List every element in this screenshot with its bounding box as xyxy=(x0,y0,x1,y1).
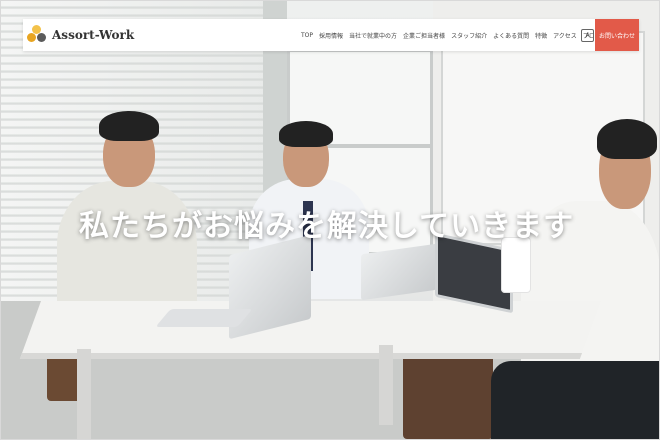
nav-item-corporate[interactable]: 企業ご担当者様 xyxy=(403,31,445,40)
laptop-middle xyxy=(361,243,437,301)
site-logo[interactable]: Assort-Work xyxy=(27,25,134,45)
brand-name: Assort-Work xyxy=(52,28,135,42)
nav-item-recruit[interactable]: 採用情報 xyxy=(319,31,343,40)
laptop-left-base xyxy=(155,309,253,327)
language-icon[interactable]: A xyxy=(581,29,594,42)
nav-item-top[interactable]: TOP xyxy=(301,32,313,39)
desk-lamp xyxy=(501,237,531,293)
nav-item-current-staff[interactable]: 当社で就業中の方 xyxy=(349,31,397,40)
hero-headline: 私たちがお悩みを解決していきます xyxy=(79,209,575,244)
page-frame: 私たちがお悩みを解決していきます Assort-Work TOP 採用情報 当社… xyxy=(0,0,660,440)
main-nav: TOP 採用情報 当社で就業中の方 企業ご担当者様 スタッフ紹介 よくある質問 … xyxy=(301,19,601,51)
nav-item-faq[interactable]: よくある質問 xyxy=(493,31,529,40)
logo-icon xyxy=(27,25,47,45)
contact-button[interactable]: お問い合わせ xyxy=(595,19,639,51)
nav-item-staff-intro[interactable]: スタッフ紹介 xyxy=(451,31,487,40)
nav-item-access[interactable]: アクセス xyxy=(553,31,577,40)
site-header: Assort-Work TOP 採用情報 当社で就業中の方 企業ご担当者様 スタ… xyxy=(23,19,639,51)
table-leg xyxy=(77,349,91,439)
table-leg xyxy=(379,345,393,425)
nav-item-features[interactable]: 特徴 xyxy=(535,31,547,40)
